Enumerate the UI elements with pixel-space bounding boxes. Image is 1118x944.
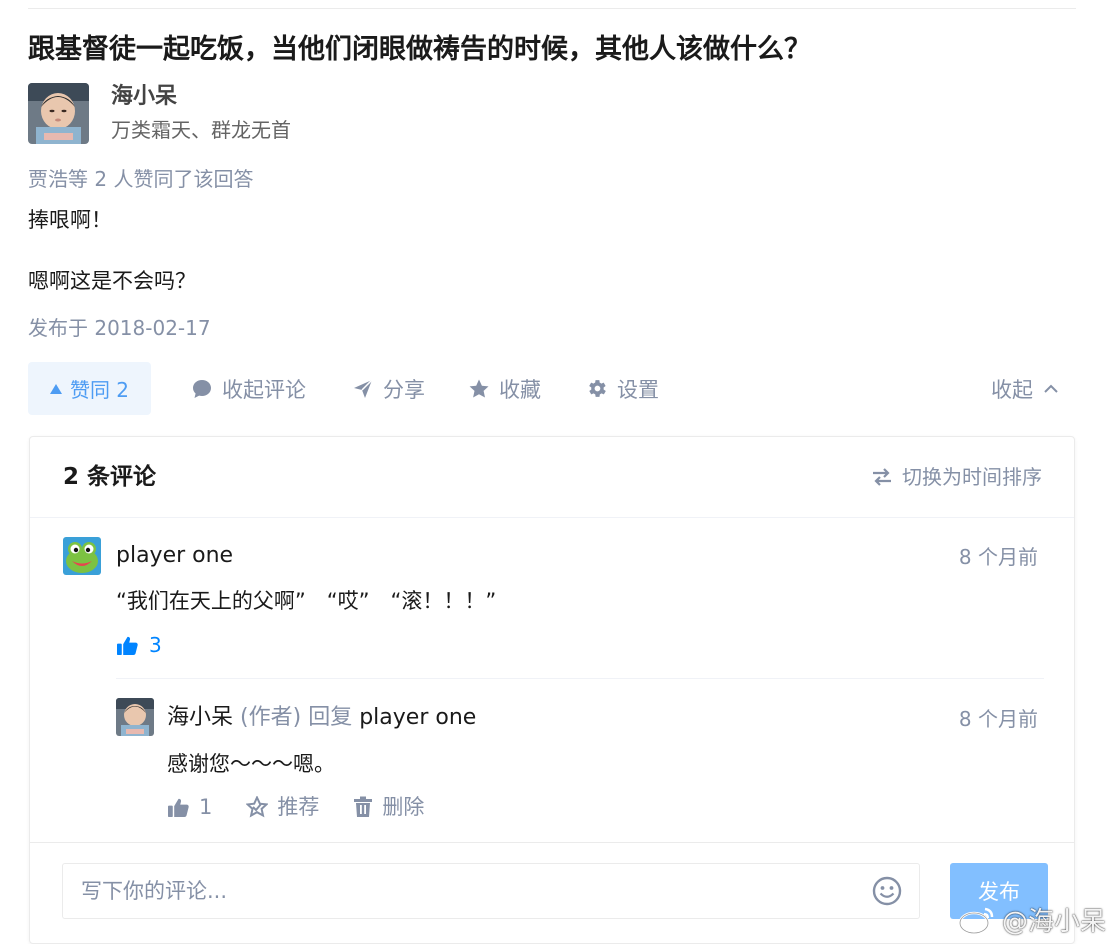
author-avatar[interactable]: [28, 83, 89, 144]
comment-composer: 发布: [30, 842, 1074, 943]
comments-header: 2 条评论 切换为时间排序: [30, 437, 1074, 518]
publish-date[interactable]: 发布于 2018-02-17: [28, 314, 211, 342]
delete-button[interactable]: 删除: [353, 793, 424, 821]
emoji-button[interactable]: [872, 876, 902, 910]
star-icon: [469, 379, 489, 397]
paper-plane-icon: [354, 378, 373, 398]
watermark-text: @海小呆: [1001, 907, 1106, 937]
favorite-button[interactable]: 收藏: [468, 362, 541, 415]
chevron-up-icon: [1044, 384, 1058, 393]
reply-author-avatar[interactable]: [116, 698, 154, 736]
reply-author-name[interactable]: 海小呆: [167, 705, 233, 730]
reply-like-button[interactable]: 1: [167, 793, 212, 821]
reply-action-bar: 1 推荐 删除: [167, 793, 458, 821]
answer-paragraph: 捧哏啊！: [28, 208, 112, 232]
reply-time: 8 个月前: [958, 707, 1038, 731]
comment-count: 2 条评论: [63, 464, 157, 490]
favorite-label: 收藏: [499, 377, 541, 402]
thumbs-up-icon: [168, 798, 189, 817]
weibo-logo-icon: [958, 907, 994, 934]
question-title[interactable]: 跟基督徒一起吃饭，当他们闭眼做祷告的时候，其他人该做什么？: [28, 30, 811, 70]
collapse-comments-label: 收起评论: [222, 377, 306, 402]
reply-to-name[interactable]: player one: [359, 705, 476, 730]
commenter-name[interactable]: player one: [116, 541, 233, 571]
comment-like-count: 3: [149, 633, 162, 657]
comment-text: “我们在天上的父啊” “哎” “滚！！！”: [116, 589, 497, 613]
reply-header: 海小呆 (作者) 回复 player one: [167, 703, 476, 733]
answer-paragraph: 嗯啊这是不会吗？: [28, 269, 196, 293]
top-divider: [28, 8, 1076, 9]
recommend-button[interactable]: 推荐: [246, 793, 319, 821]
swap-arrows-icon: [873, 468, 891, 486]
comment-bubble-icon: [193, 379, 211, 398]
settings-label: 设置: [617, 377, 659, 402]
upvote-triangle-icon: [49, 383, 62, 394]
reply-divider: [116, 678, 1044, 679]
sort-toggle-label: 切换为时间排序: [902, 465, 1042, 489]
gear-icon: [589, 380, 606, 397]
author-name[interactable]: 海小呆: [111, 83, 177, 111]
trash-icon: [354, 796, 373, 817]
share-button[interactable]: 分享: [352, 362, 425, 415]
upvote-label: 赞同 2: [69, 378, 130, 402]
comments-panel: 2 条评论 切换为时间排序 player one 8 个月前 “我们在天上的父啊…: [29, 436, 1075, 944]
comment-like-button[interactable]: 3: [116, 631, 162, 659]
thumbs-up-icon: [117, 636, 138, 655]
commenter-avatar[interactable]: [63, 537, 101, 575]
comment-input[interactable]: [62, 863, 920, 919]
smiley-icon: [872, 876, 902, 906]
answer-action-bar: 赞同 2 收起评论 分享 收藏 设置 收起: [28, 362, 1076, 415]
collapse-label: 收起: [991, 377, 1033, 402]
upvote-button[interactable]: 赞同 2: [28, 362, 151, 415]
delete-label: 删除: [382, 795, 425, 819]
share-label: 分享: [383, 377, 425, 402]
author-tag: (作者): [240, 705, 302, 730]
voters-summary[interactable]: 贾浩等 2 人赞同了该回答: [28, 165, 253, 193]
comment-time: 8 个月前: [958, 545, 1038, 569]
recommend-label: 推荐: [277, 795, 320, 819]
reply-like-count: 1: [199, 795, 213, 819]
reply-word: 回复: [308, 705, 353, 730]
collapse-comments-button[interactable]: 收起评论: [191, 362, 306, 415]
weibo-watermark: @海小呆: [958, 901, 1106, 938]
reply-text: 感谢您～～～嗯。: [167, 752, 335, 776]
sort-toggle-button[interactable]: 切换为时间排序: [871, 463, 1042, 491]
collapse-button[interactable]: 收起: [991, 362, 1060, 415]
star-badge-icon: [246, 796, 269, 818]
author-bio: 万类霜天、群龙无首: [111, 118, 291, 142]
settings-button[interactable]: 设置: [585, 362, 659, 415]
